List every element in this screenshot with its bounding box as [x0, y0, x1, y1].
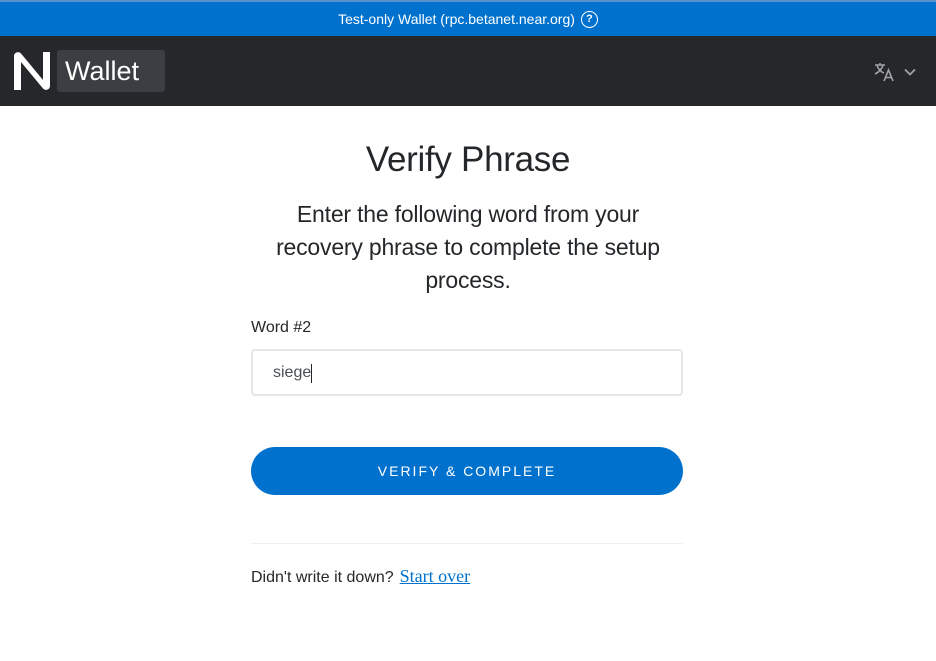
- start-over-link[interactable]: Start over: [400, 566, 470, 587]
- language-selector[interactable]: [872, 60, 920, 84]
- didnt-write-prompt: Didn't write it down?: [251, 569, 394, 586]
- page-subtitle: Enter the following word from your recov…: [276, 201, 660, 293]
- page-title: Verify Phrase: [365, 140, 571, 179]
- word-input[interactable]: [251, 349, 683, 396]
- banner-text: Test-only Wallet (rpc.betanet.near.org): [338, 11, 575, 27]
- top-navbar: Wallet: [0, 36, 936, 106]
- translate-icon: [874, 63, 894, 82]
- question-circle-icon[interactable]: ?: [580, 10, 598, 28]
- verify-complete-button[interactable]: VERIFY & COMPLETE: [251, 447, 683, 495]
- chevron-down-icon: [904, 68, 916, 76]
- wallet-logo[interactable]: Wallet: [10, 50, 165, 92]
- text-cursor: [311, 364, 312, 383]
- start-over-row: Didn't write it down? Start over: [251, 566, 470, 587]
- near-logo-icon: [14, 52, 50, 90]
- word-field-label: Word #2: [251, 319, 312, 336]
- divider: [251, 543, 683, 544]
- test-network-banner: Test-only Wallet (rpc.betanet.near.org) …: [0, 0, 936, 36]
- logo-wordmark: Wallet: [57, 50, 165, 92]
